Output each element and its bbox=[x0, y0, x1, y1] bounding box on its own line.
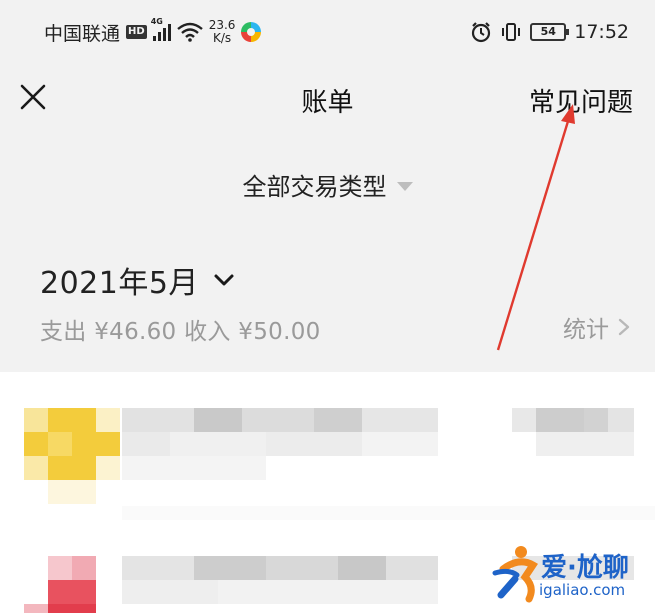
stats-label: 统计 bbox=[563, 317, 609, 343]
status-bar-left: 中国联通 HD 4G 23.6 K/s bbox=[44, 17, 262, 46]
month-summary: 支出 ¥46.60 收入 ¥50.00 bbox=[40, 319, 321, 345]
filter-label: 全部交易类型 bbox=[242, 172, 387, 201]
list-item[interactable] bbox=[0, 372, 655, 522]
clock: 17:52 bbox=[574, 21, 629, 43]
caret-down-icon bbox=[396, 181, 413, 191]
stats-link[interactable]: 统计 bbox=[563, 310, 631, 344]
chevron-down-icon bbox=[214, 274, 234, 286]
watermark-logo: 爱·尬聊 igaliao.com bbox=[491, 543, 647, 607]
signal-icon: 4G bbox=[151, 17, 171, 41]
nav-header: 账单 常见问题 bbox=[0, 64, 655, 132]
battery-icon: 54 bbox=[530, 23, 570, 41]
watermark-text: 爱·尬聊 bbox=[541, 553, 629, 583]
watermark-domain: igaliao.com bbox=[539, 581, 626, 599]
carrier-label: 中国联通 bbox=[44, 22, 121, 45]
hd-icon: HD bbox=[126, 25, 147, 39]
transaction-type-filter[interactable]: 全部交易类型 bbox=[0, 164, 655, 204]
network-speed: 23.6 K/s bbox=[209, 19, 236, 45]
vibrate-icon bbox=[502, 23, 521, 41]
status-bar-right: 54 17:52 bbox=[470, 21, 629, 43]
wifi-icon bbox=[176, 22, 203, 42]
month-selector[interactable]: 2021年5月 bbox=[40, 258, 235, 302]
month-label: 2021年5月 bbox=[40, 266, 199, 301]
chevron-right-icon bbox=[618, 318, 630, 336]
network-gen-label: 4G bbox=[150, 17, 163, 26]
status-bar: 中国联通 HD 4G 23.6 K/s 54 17:52 bbox=[0, 0, 655, 64]
speed-unit: K/s bbox=[212, 31, 232, 45]
runner-icon bbox=[492, 546, 538, 603]
app-icon bbox=[241, 22, 262, 42]
alarm-icon bbox=[472, 22, 491, 43]
faq-link[interactable]: 常见问题 bbox=[529, 82, 633, 119]
